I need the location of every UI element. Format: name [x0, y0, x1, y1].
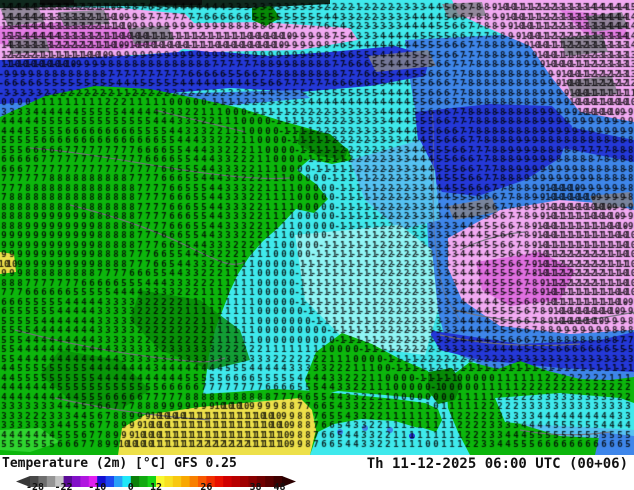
region-warm-yellow-west [0, 252, 16, 274]
colorbar-tick-labels: -28 -22 -10 0 12 26 38 48 [16, 482, 296, 490]
top-dark-bit [40, 0, 74, 5]
legend-bar: Temperature (2m) [°C] GFS 0.25 Th 11-12-… [0, 455, 634, 490]
gray-patch [8, 38, 50, 54]
colorbar-tick-label: -10 [88, 482, 107, 490]
channel-blue-dot [337, 429, 343, 435]
channel-blue-dot [387, 427, 393, 433]
top-dark-bit [150, 0, 202, 5]
temperature-map [0, 0, 634, 455]
temperature-colorbar: -28 -22 -10 0 12 26 38 48 [16, 472, 296, 490]
colorbar-tick-label: 26 [200, 482, 213, 490]
colorbar-tick-label: -22 [54, 482, 73, 490]
colorbar-tick-label: 38 [249, 482, 262, 490]
legend-text-row: Temperature (2m) [°C] GFS 0.25 Th 11-12-… [0, 455, 634, 472]
gray-patch [58, 10, 110, 26]
channel-blue-dot [409, 433, 415, 439]
colorbar-tick-label: -28 [26, 482, 45, 490]
colorbar-tick-label: 12 [149, 482, 163, 490]
weather-chart: Temperature (2m) [°C] GFS 0.25 Th 11-12-… [0, 0, 634, 490]
gray-patch [442, 2, 486, 18]
region-blue-corner-southeast [595, 432, 634, 455]
datetime-label: Th 11-12-2025 06:00 UTC (00+06) [366, 456, 628, 472]
colorbar-tick-label: 48 [273, 482, 286, 490]
channel-blue-dot [362, 425, 368, 431]
colorbar-tick-label: 0 [127, 482, 134, 490]
map-regions [0, 0, 634, 455]
product-label: Temperature (2m) [°C] GFS 0.25 [2, 456, 237, 471]
